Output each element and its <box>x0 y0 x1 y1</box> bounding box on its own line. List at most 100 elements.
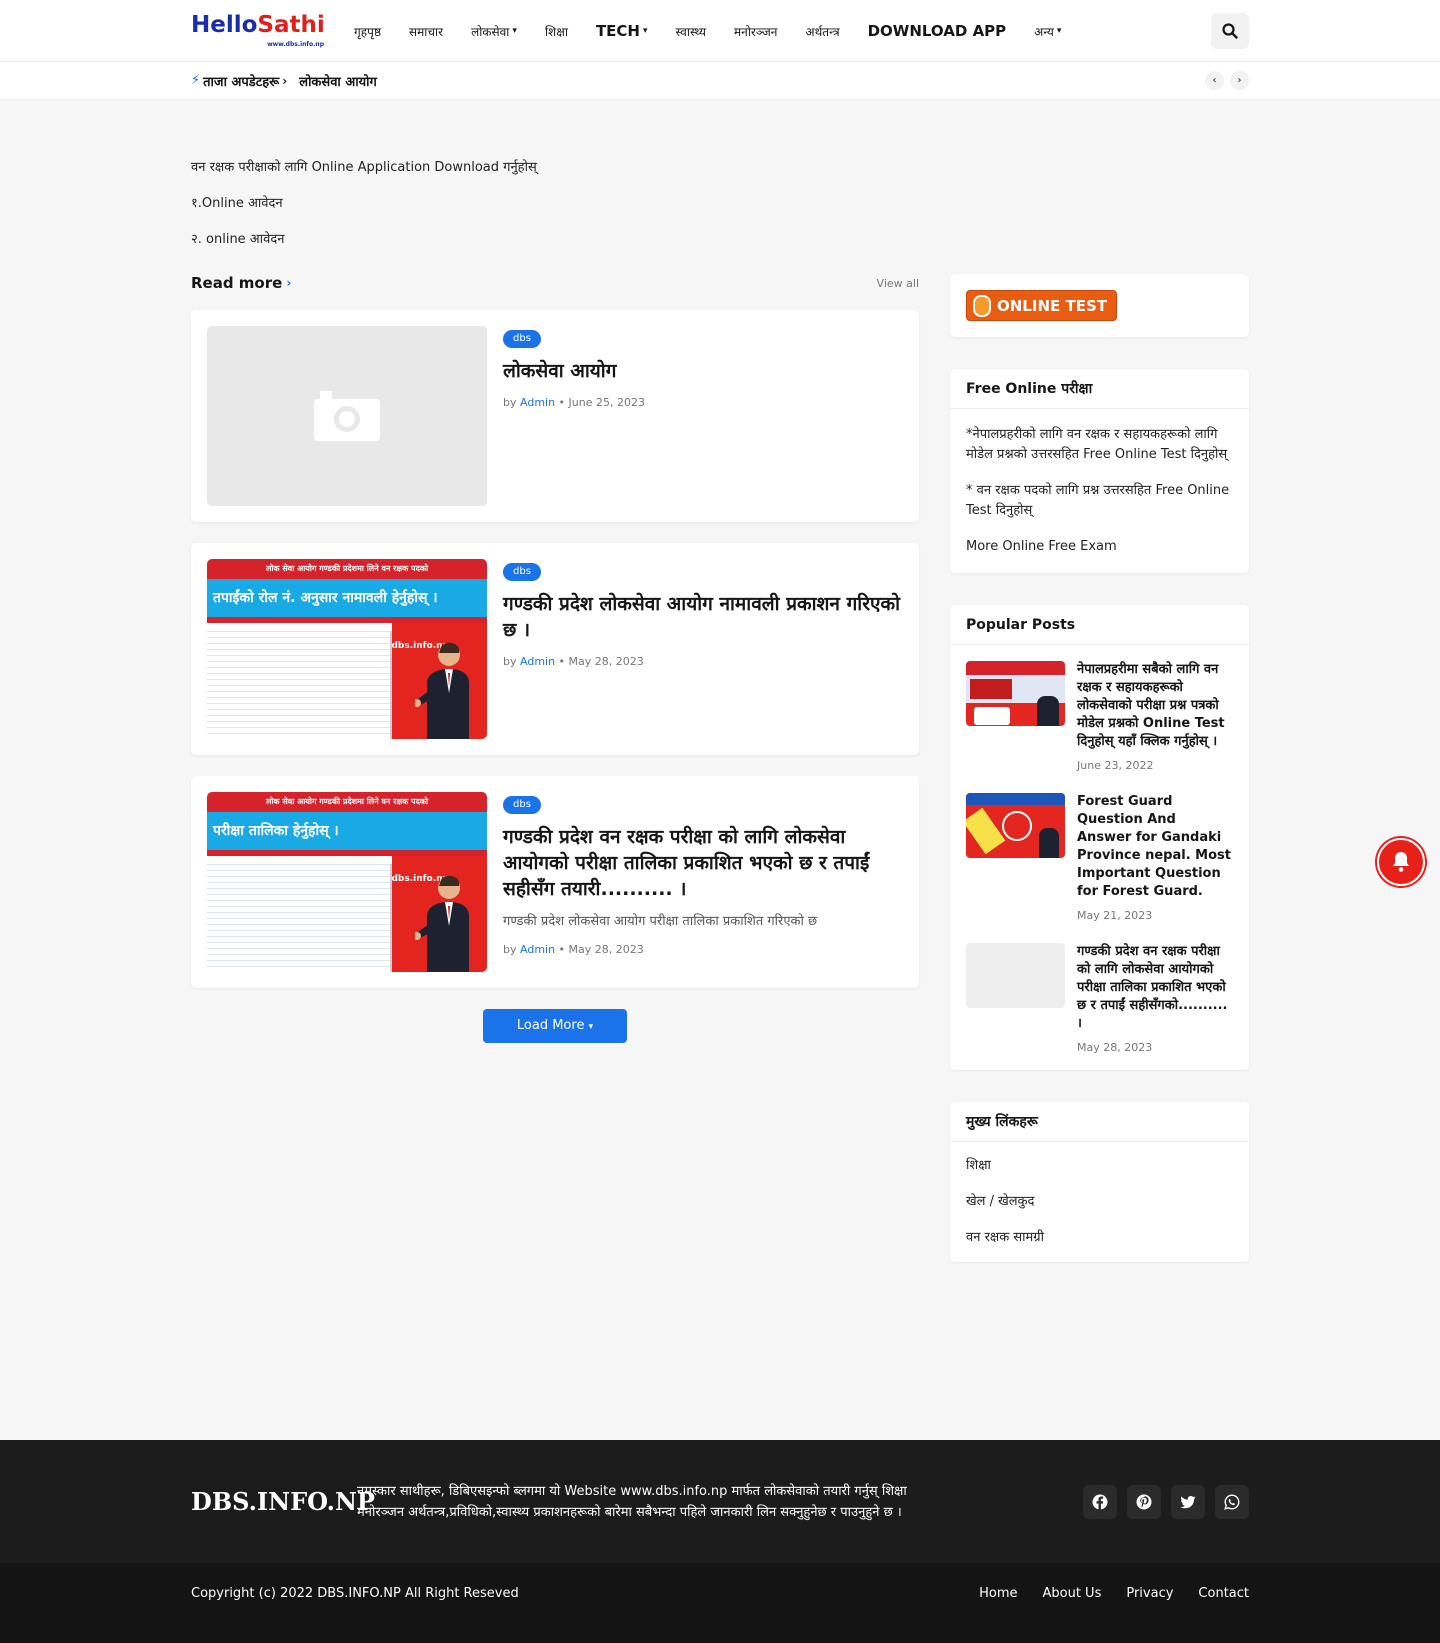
popular-post-item: गण्डकी प्रदेश वन रक्षक परीक्षा को लागि ल… <box>966 943 1233 1054</box>
man-pointing-image <box>415 642 469 739</box>
nav-item[interactable]: समाचार <box>409 23 443 40</box>
post-date: May 28, 2023 <box>568 655 644 668</box>
popular-post-thumbnail[interactable] <box>966 793 1065 858</box>
free-online-widget: Free Online परीक्षा *नेपालप्रहरीको लागि … <box>950 369 1249 573</box>
popular-post-thumbnail[interactable] <box>966 661 1065 726</box>
free-test-link[interactable]: * वन रक्षक पदको लागि प्रश्न उत्तरसहित Fr… <box>966 481 1233 521</box>
mouse-icon <box>973 294 991 317</box>
chevron-down-icon: ▾ <box>512 26 517 36</box>
facebook-button[interactable] <box>1083 1485 1117 1519</box>
popular-post-title[interactable]: नेपालप्रहरीमा सबैको लागि वन रक्षक र सहाय… <box>1077 661 1233 751</box>
post-card: लोक सेवा आयोग गण्डकी प्रदेशमा लिने वन रक… <box>191 776 919 988</box>
popular-post-title[interactable]: गण्डकी प्रदेश वन रक्षक परीक्षा को लागि ल… <box>1077 943 1233 1033</box>
category-link[interactable]: वन रक्षक सामग्री <box>966 1230 1233 1246</box>
post-thumbnail[interactable]: लोक सेवा आयोग गण्डकी प्रदेशमा लिने वन रक… <box>207 559 487 739</box>
document-image <box>207 864 392 972</box>
footer-bottom: Copyright (c) 2022 DBS.INFO.NP All Right… <box>0 1563 1440 1643</box>
nav-item[interactable]: स्वास्थ्य <box>676 23 706 40</box>
footer-about: नमस्कार साथीहरू, डिबिएसइन्फो ब्लगमा यो W… <box>357 1483 907 1520</box>
intro-text: वन रक्षक परीक्षाको लागि Online Applicati… <box>191 100 1249 248</box>
post-thumbnail[interactable]: लोक सेवा आयोग गण्डकी प्रदेशमा लिने वन रक… <box>207 792 487 972</box>
online-test-banner[interactable]: ONLINE TEST <box>966 290 1117 321</box>
nav-item[interactable]: लोकसेवा ▾ <box>471 23 517 40</box>
logo-subtitle: www.dbs.info.np <box>267 41 324 48</box>
nav-item[interactable]: TECH ▾ <box>596 22 648 40</box>
free-test-link[interactable]: More Online Free Exam <box>966 537 1233 557</box>
post-body: dbs गण्डकी प्रदेश वन रक्षक परीक्षा को ला… <box>503 792 903 972</box>
post-title[interactable]: गण्डकी प्रदेश लोकसेवा आयोग नामावली प्रका… <box>503 591 903 643</box>
footer-links: Home About Us Privacy Contact <box>979 1586 1249 1601</box>
twitter-button[interactable] <box>1171 1485 1205 1519</box>
category-badge[interactable]: dbs <box>503 796 541 814</box>
view-all-link[interactable]: View all <box>877 277 919 290</box>
post-author[interactable]: Admin <box>520 655 555 668</box>
camera-icon <box>314 391 380 441</box>
load-more-button[interactable]: Load More ▾ <box>483 1009 627 1043</box>
read-more-header: Read more › View all <box>191 274 919 292</box>
chevron-right-icon: › <box>286 276 292 290</box>
popular-post-thumbnail[interactable] <box>966 943 1065 1008</box>
popular-post-item: नेपालप्रहरीमा सबैको लागि वन रक्षक र सहाय… <box>966 661 1233 772</box>
categories-widget: मुख्य लिंकहरू शिक्षा खेल / खेलकुद वन रक्षक… <box>950 1102 1249 1262</box>
footer-link-home[interactable]: Home <box>979 1586 1017 1601</box>
intro-line: वन रक्षक परीक्षाको लागि Online Applicati… <box>191 160 537 175</box>
post-card: dbs लोकसेवा आयोग by Admin • June 25, 202… <box>191 310 919 522</box>
popular-post-item: Forest Guard Question And Answer for Gan… <box>966 793 1233 922</box>
nav-item[interactable]: अर्थतन्त्र <box>805 23 839 40</box>
category-link[interactable]: शिक्षा <box>966 1158 1233 1174</box>
pinterest-icon <box>1136 1494 1152 1510</box>
post-date: June 25, 2023 <box>568 396 645 409</box>
post-thumbnail[interactable] <box>207 326 487 506</box>
footer-link-privacy[interactable]: Privacy <box>1126 1586 1173 1601</box>
post-author[interactable]: Admin <box>520 396 555 409</box>
chevron-right-icon: › <box>1237 75 1242 86</box>
site-logo[interactable]: HelloSathi www.dbs.info.np <box>191 14 326 48</box>
social-links <box>1083 1485 1249 1519</box>
man-pointing-image <box>415 875 469 972</box>
popular-post-title[interactable]: Forest Guard Question And Answer for Gan… <box>1077 793 1233 901</box>
ticker-next-button[interactable]: › <box>1230 71 1249 90</box>
post-list: dbs लोकसेवा आयोग by Admin • June 25, 202… <box>191 310 919 988</box>
intro-line[interactable]: २. online आवेदन <box>191 232 1249 248</box>
banner-top-text: लोक सेवा आयोग गण्डकी प्रदेशमा लिने वन रक… <box>207 559 487 579</box>
post-snippet: गण्डकी प्रदेश लोकसेवा आयोग परीक्षा तालिक… <box>503 914 818 929</box>
nav-item[interactable]: शिक्षा <box>545 23 568 40</box>
category-badge[interactable]: dbs <box>503 563 541 581</box>
chevron-left-icon: ‹ <box>1212 75 1217 86</box>
post-card: लोक सेवा आयोग गण्डकी प्रदेशमा लिने वन रक… <box>191 543 919 755</box>
nav-item[interactable]: अन्य ▾ <box>1034 23 1061 40</box>
main-column: Read more › View all dbs लोकसेवा आयोग by… <box>191 274 919 1294</box>
post-meta: by Admin • May 28, 2023 <box>503 655 644 668</box>
post-body: dbs लोकसेवा आयोग by Admin • June 25, 202… <box>503 326 903 506</box>
footer-link-about-us[interactable]: About Us <box>1042 1586 1101 1601</box>
site-header: HelloSathi www.dbs.info.np गृहपृष्ठ समाचा… <box>0 0 1440 62</box>
online-test-widget: ONLINE TEST <box>950 274 1249 337</box>
pinterest-button[interactable] <box>1127 1485 1161 1519</box>
ticker-title: ⚡ ताजा अपडेटहरू › <box>191 73 288 90</box>
banner-main-text: परीक्षा तालिका हेर्नुहोस् । <box>207 812 487 850</box>
post-author[interactable]: Admin <box>520 943 555 956</box>
document-image <box>207 631 392 739</box>
whatsapp-button[interactable] <box>1215 1485 1249 1519</box>
category-badge[interactable]: dbs <box>503 330 541 348</box>
footer-logo[interactable]: DBS.INFO.NP <box>191 1487 375 1516</box>
nav-item[interactable]: गृहपृष्ठ <box>354 23 381 40</box>
ticker-controls: ‹ › <box>1205 71 1249 90</box>
intro-line[interactable]: १.Online आवेदन <box>191 196 1249 212</box>
category-link[interactable]: खेल / खेलकुद <box>966 1194 1233 1210</box>
search-button[interactable] <box>1211 13 1249 49</box>
footer-top: DBS.INFO.NP नमस्कार साथीहरू, डिबिएसइन्फो… <box>0 1440 1440 1563</box>
post-title[interactable]: गण्डकी प्रदेश वन रक्षक परीक्षा को लागि ल… <box>503 824 903 902</box>
post-date: May 28, 2023 <box>568 943 644 956</box>
ticker-prev-button[interactable]: ‹ <box>1205 71 1224 90</box>
banner-top-text: लोक सेवा आयोग गण्डकी प्रदेशमा लिने वन रक… <box>207 792 487 812</box>
free-test-link[interactable]: *नेपालप्रहरीको लागि वन रक्षक र सहायकहरूक… <box>966 425 1233 465</box>
ticker-item[interactable]: लोकसेवा आयोग <box>299 72 377 90</box>
popular-post-date: June 23, 2022 <box>1077 759 1154 772</box>
post-title[interactable]: लोकसेवा आयोग <box>503 358 903 384</box>
popular-post-date: May 21, 2023 <box>1077 909 1153 922</box>
footer-link-contact[interactable]: Contact <box>1198 1586 1249 1601</box>
nav-item[interactable]: मनोरञ्जन <box>734 23 777 40</box>
nav-item[interactable]: DOWNLOAD APP <box>868 22 1007 40</box>
notification-bell-button[interactable] <box>1377 838 1425 886</box>
